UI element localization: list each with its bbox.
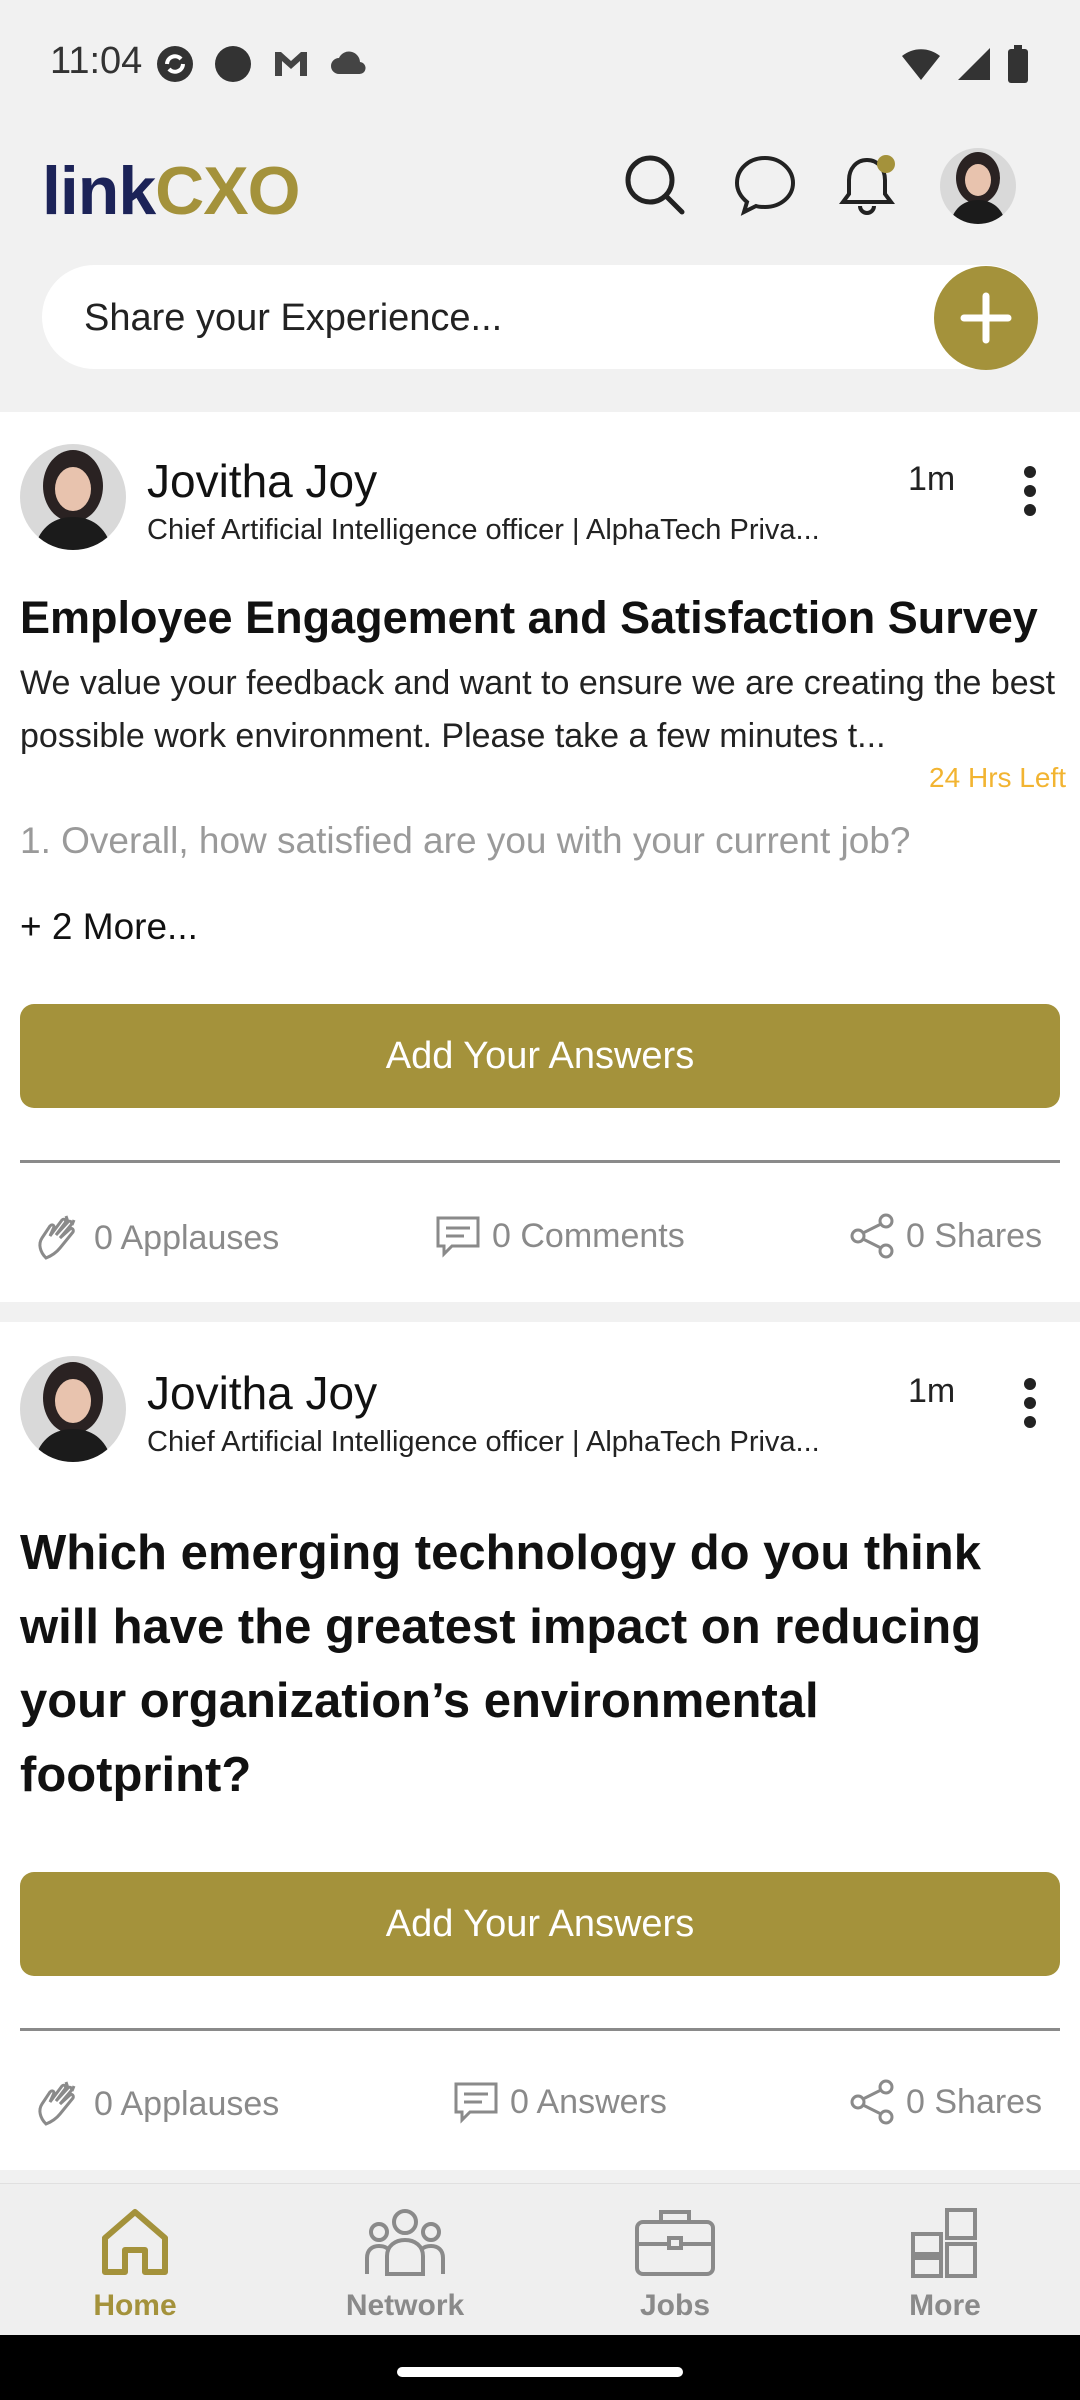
record-icon bbox=[215, 46, 251, 82]
post-time: 1m bbox=[908, 1372, 956, 1410]
gmail-icon bbox=[275, 52, 307, 76]
post-card-survey: Jovitha Joy Chief Artificial Intelligenc… bbox=[0, 412, 1080, 1302]
linkcxo-logo[interactable]: linkCXO bbox=[42, 152, 301, 230]
status-time: 11:04 bbox=[50, 40, 143, 82]
answer-count: 0 Answers bbox=[510, 2082, 667, 2121]
clap-icon bbox=[38, 1215, 76, 1260]
divider bbox=[20, 1160, 1060, 1163]
briefcase-icon bbox=[635, 2210, 715, 2276]
nav-network[interactable]: Network bbox=[315, 2204, 495, 2323]
applause-button[interactable]: 0 Applauses bbox=[32, 1212, 279, 1264]
bottom-navigation: Home Network Jobs More bbox=[0, 2183, 1080, 2336]
time-left-badge: 24 Hrs Left bbox=[929, 762, 1066, 793]
share-icon bbox=[850, 2079, 894, 2125]
cloud-icon bbox=[331, 51, 366, 75]
share-placeholder: Share your Experience... bbox=[84, 297, 503, 339]
chat-icon[interactable] bbox=[730, 150, 800, 220]
search-icon[interactable] bbox=[620, 150, 690, 220]
system-gesture-bar bbox=[0, 2335, 1080, 2400]
share-button[interactable]: 0 Shares bbox=[848, 1212, 1042, 1260]
clap-icon bbox=[38, 2081, 76, 2126]
profile-avatar[interactable] bbox=[940, 148, 1016, 224]
app-header: linkCXO bbox=[0, 130, 1080, 240]
post-time: 1m bbox=[908, 460, 956, 498]
wifi-icon bbox=[902, 49, 940, 80]
applause-count: 0 Applauses bbox=[94, 1218, 280, 1257]
status-bar: 11:04 bbox=[0, 0, 1080, 130]
survey-title: Employee Engagement and Satisfaction Sur… bbox=[20, 592, 1038, 643]
applause-button[interactable]: 0 Applauses bbox=[32, 2078, 279, 2130]
post-card-question: Jovitha Joy Chief Artificial Intelligenc… bbox=[0, 1322, 1080, 2170]
comment-count: 0 Comments bbox=[492, 1216, 685, 1255]
comment-button[interactable]: 0 Comments bbox=[434, 1212, 685, 1260]
comment-icon bbox=[436, 1216, 480, 1258]
battery-icon bbox=[1008, 45, 1028, 83]
nav-more[interactable]: More bbox=[855, 2204, 1035, 2323]
answers-button[interactable]: 0 Answers bbox=[452, 2078, 667, 2126]
add-answers-button[interactable]: Add Your Answers bbox=[20, 1872, 1060, 1976]
share-icon bbox=[850, 1213, 894, 1259]
home-icon bbox=[102, 2209, 168, 2275]
more-questions-link[interactable]: + 2 More... bbox=[20, 906, 198, 948]
survey-description: We value your feedback and want to ensur… bbox=[20, 664, 1056, 755]
share-count: 0 Shares bbox=[906, 1216, 1043, 1255]
author-avatar[interactable] bbox=[20, 444, 126, 550]
author-name[interactable]: Jovitha Joy bbox=[147, 1366, 377, 1420]
post-actions: 0 Applauses 0 Comments 0 Shares bbox=[0, 1212, 1080, 1272]
add-post-button[interactable] bbox=[934, 266, 1038, 370]
author-name[interactable]: Jovitha Joy bbox=[147, 454, 377, 508]
comment-icon bbox=[454, 2082, 498, 2124]
sync-icon bbox=[157, 46, 193, 82]
signal-icon bbox=[958, 48, 990, 80]
grid-icon bbox=[911, 2208, 977, 2278]
add-answers-button[interactable]: Add Your Answers bbox=[20, 1004, 1060, 1108]
network-icon bbox=[365, 2209, 445, 2276]
author-avatar[interactable] bbox=[20, 1356, 126, 1462]
plus-icon bbox=[960, 292, 1012, 344]
applause-count: 0 Applauses bbox=[94, 2084, 280, 2123]
nav-jobs[interactable]: Jobs bbox=[585, 2204, 765, 2323]
survey-question: 1. Overall, how satisfied are you with y… bbox=[20, 820, 911, 861]
home-gesture-handle[interactable] bbox=[397, 2367, 683, 2377]
share-button[interactable]: 0 Shares bbox=[848, 2078, 1042, 2126]
more-options-icon[interactable] bbox=[1020, 1378, 1040, 1438]
notification-bell-icon[interactable] bbox=[832, 150, 902, 220]
divider bbox=[20, 2028, 1060, 2031]
author-title: Chief Artificial Intelligence officer | … bbox=[147, 1426, 820, 1458]
share-count: 0 Shares bbox=[906, 2082, 1043, 2121]
nav-home[interactable]: Home bbox=[45, 2204, 225, 2323]
more-options-icon[interactable] bbox=[1020, 466, 1040, 526]
question-text: Which emerging technology do you think w… bbox=[20, 1526, 982, 1802]
post-actions: 0 Applauses 0 Answers 0 Shares bbox=[0, 2078, 1080, 2138]
share-experience-input[interactable]: Share your Experience... bbox=[42, 265, 1038, 369]
author-title: Chief Artificial Intelligence officer | … bbox=[147, 514, 820, 546]
